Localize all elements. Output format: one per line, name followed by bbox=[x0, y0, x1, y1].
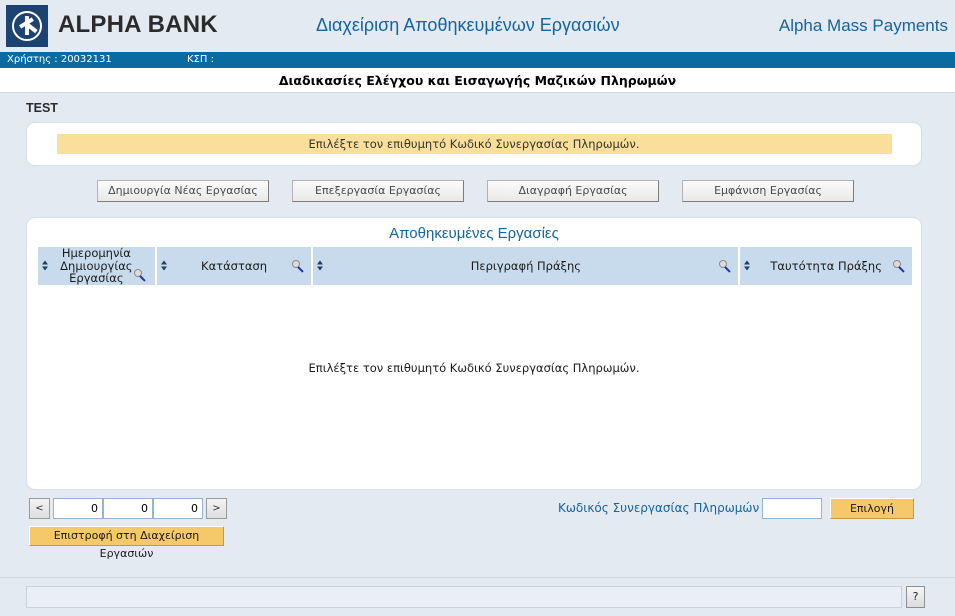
toolbar: Δημιουργία Νέας Εργασίας Επεξεργασία Εργ… bbox=[0, 180, 955, 204]
saved-tasks-panel: Αποθηκευμένες Εργασίες Ημερομηνία Δημιου… bbox=[26, 217, 922, 490]
pagination-next-button[interactable]: > bbox=[206, 498, 227, 519]
column-header-label: Κατάσταση bbox=[201, 258, 268, 273]
pagination-prev-button[interactable]: < bbox=[29, 498, 50, 519]
sort-updown-icon[interactable] bbox=[744, 260, 751, 272]
payment-code-label: Κωδικός Συνεργασίας Πληρωμών : bbox=[558, 501, 768, 515]
view-task-button[interactable]: Εμφάνιση Εργασίας bbox=[682, 180, 854, 202]
select-button[interactable]: Επιλογή bbox=[830, 498, 914, 519]
create-task-button[interactable]: Δημιουργία Νέας Εργασίας bbox=[97, 180, 269, 202]
sort-updown-icon[interactable] bbox=[42, 260, 49, 272]
sort-updown-icon[interactable] bbox=[317, 260, 324, 272]
pagination-field-third[interactable] bbox=[153, 498, 203, 519]
help-button[interactable]: ? bbox=[906, 586, 925, 608]
user-info-bar: Χρήστης : 20032131 ΚΣΠ : bbox=[0, 52, 955, 68]
user-id-label: Χρήστης : 20032131 bbox=[7, 54, 112, 65]
table-header-row: Ημερομηνία Δημιουργίας Εργασίας Κατάστασ… bbox=[38, 247, 912, 285]
column-header-label: Περιγραφή Πράξης bbox=[470, 258, 581, 273]
environment-label: TEST bbox=[26, 101, 58, 115]
page-title: Διαχείριση Αποθηκευμένων Εργασιών bbox=[316, 15, 620, 35]
back-to-task-management-button[interactable]: Επιστροφή στη Διαχείριση Εργασιών bbox=[29, 526, 224, 560]
magnifier-icon[interactable] bbox=[133, 269, 147, 282]
status-bar: ? bbox=[0, 577, 955, 616]
pagination-field-second[interactable] bbox=[103, 498, 153, 519]
sort-updown-icon[interactable] bbox=[160, 260, 168, 272]
kep-label: ΚΣΠ : bbox=[187, 54, 214, 65]
subtitle-bar: Διαδικασίες Ελέγχου και Εισαγωγής Μαζικώ… bbox=[0, 68, 955, 93]
payment-code-input[interactable] bbox=[762, 498, 822, 519]
magnifier-icon[interactable] bbox=[893, 260, 906, 273]
message-card: Επιλέξτε τον επιθυμητό Κωδικό Συνεργασία… bbox=[26, 122, 922, 166]
status-message-field bbox=[26, 586, 902, 608]
table-empty-message: Επιλέξτε τον επιθυμητό Κωδικό Συνεργασία… bbox=[308, 361, 640, 375]
table-title: Αποθηκευμένες Εργασίες bbox=[389, 225, 559, 242]
edit-task-button[interactable]: Επεξεργασία Εργασίας bbox=[292, 180, 464, 202]
brand-name: ALPHA BANK bbox=[58, 11, 218, 38]
pagination-field-first[interactable] bbox=[53, 498, 103, 519]
column-header-creation-date[interactable]: Ημερομηνία Δημιουργίας Εργασίας bbox=[38, 247, 155, 285]
column-header-transaction-description[interactable]: Περιγραφή Πράξης bbox=[313, 247, 739, 285]
column-header-status[interactable]: Κατάσταση bbox=[156, 247, 312, 285]
app-header: ALPHA BANK Διαχείριση Αποθηκευμένων Εργα… bbox=[0, 0, 955, 52]
magnifier-icon[interactable] bbox=[719, 260, 732, 273]
application-name: Alpha Mass Payments bbox=[778, 16, 948, 35]
delete-task-button[interactable]: Διαγραφή Εργασίας bbox=[487, 180, 659, 202]
logo-circle-icon bbox=[12, 11, 42, 41]
info-message: Επιλέξτε τον επιθυμητό Κωδικό Συνεργασία… bbox=[56, 134, 892, 154]
magnifier-icon[interactable] bbox=[292, 260, 305, 273]
bottom-controls: < > Επιστροφή στη Διαχείριση Εργασιών Κω… bbox=[0, 498, 955, 560]
column-header-transaction-id[interactable]: Ταυτότητα Πράξης bbox=[740, 247, 912, 285]
alpha-bank-logo bbox=[6, 5, 48, 47]
column-header-label: Ταυτότητα Πράξης bbox=[770, 258, 882, 273]
